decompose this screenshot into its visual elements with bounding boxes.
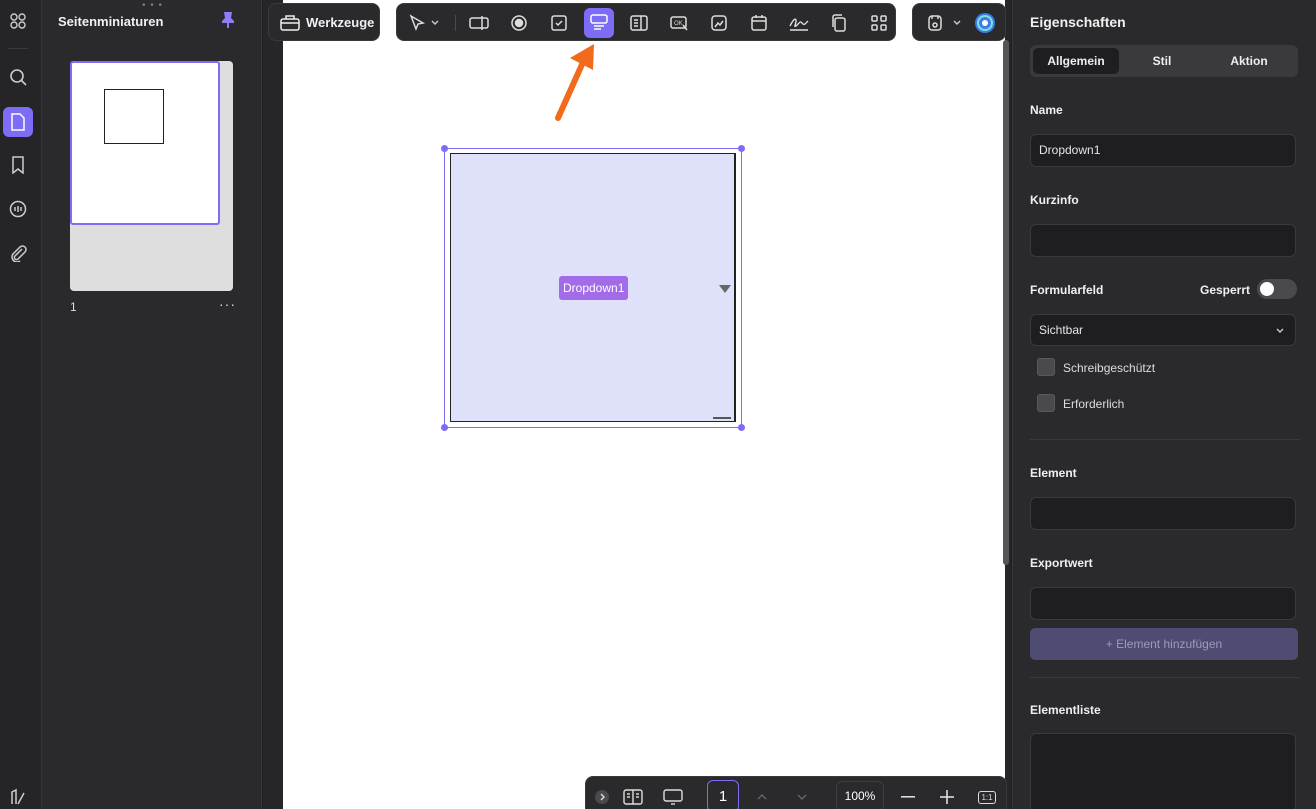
tab-style[interactable]: Stil xyxy=(1119,48,1205,74)
thumbnail-page-preview xyxy=(70,61,220,225)
thumbnail-more-button[interactable]: ··· xyxy=(219,296,236,312)
date-field-icon[interactable] xyxy=(744,8,774,38)
comment-icon[interactable] xyxy=(3,194,33,224)
button-field-icon[interactable]: OK xyxy=(664,8,694,38)
zoom-out-icon[interactable] xyxy=(898,785,918,809)
dropdown-field-icon[interactable] xyxy=(584,8,614,38)
readonly-label: Schreibgeschützt xyxy=(1063,361,1156,375)
corner-resize-icon[interactable] xyxy=(713,417,731,419)
thumbnail-page-number: 1 xyxy=(70,300,77,314)
toggle-knob xyxy=(1260,282,1274,296)
divider xyxy=(1030,677,1300,678)
tab-general[interactable]: Allgemein xyxy=(1033,48,1119,74)
properties-panel: Eigenschaften Allgemein Stil Aktion Name… xyxy=(1012,0,1316,809)
presentation-icon[interactable] xyxy=(660,785,686,809)
actual-size-button[interactable]: 1:1 xyxy=(976,785,998,809)
tooltip-label: Kurzinfo xyxy=(1030,193,1079,207)
form-toolbar: OK xyxy=(396,3,896,41)
image-field-icon[interactable] xyxy=(704,8,734,38)
dropdown-name-label: Dropdown1 xyxy=(559,276,629,300)
checkbox-icon[interactable] xyxy=(544,8,574,38)
annotation-arrow-icon xyxy=(548,42,600,127)
resize-handle[interactable] xyxy=(441,424,448,431)
drag-grip-icon[interactable]: • • • xyxy=(142,0,163,11)
search-icon[interactable] xyxy=(3,62,33,92)
locked-label: Gesperrt xyxy=(1200,283,1251,297)
required-checkbox[interactable] xyxy=(1037,394,1055,412)
tools-label: Werkzeuge xyxy=(306,15,375,30)
reading-mode-icon[interactable] xyxy=(620,785,646,809)
item-list-label: Elementliste xyxy=(1030,703,1101,717)
chevron-down-icon xyxy=(1276,328,1284,333)
form-field-label: Formularfeld xyxy=(1030,283,1104,297)
page-number-input[interactable]: 1 xyxy=(707,780,739,809)
thumbnails-panel: • • • Seitenminiaturen 1 ··· xyxy=(42,0,262,809)
dropdown-arrow-icon[interactable] xyxy=(719,285,731,293)
resize-handle[interactable] xyxy=(441,145,448,152)
thumbnails-title: Seitenminiaturen xyxy=(58,14,164,29)
svg-text:OK: OK xyxy=(674,21,683,27)
resize-handle[interactable] xyxy=(738,424,745,431)
export-value-input[interactable] xyxy=(1030,587,1296,620)
item-list-box[interactable] xyxy=(1030,733,1296,809)
expand-chevron-icon[interactable] xyxy=(594,785,610,809)
name-label: Name xyxy=(1030,103,1063,117)
next-page-icon[interactable] xyxy=(792,785,812,809)
visibility-value: Sichtbar xyxy=(1039,323,1084,337)
app-window: • • • Seitenminiaturen 1 ··· Werkzeuge O… xyxy=(0,0,1316,809)
chevron-down-icon[interactable] xyxy=(949,8,965,38)
text-field-icon[interactable] xyxy=(464,8,494,38)
duplicate-pages-icon[interactable] xyxy=(824,8,854,38)
item-input[interactable] xyxy=(1030,497,1296,530)
actual-size-label: 1:1 xyxy=(978,790,996,804)
attachment-icon[interactable] xyxy=(3,238,33,268)
zoom-level-field[interactable]: 100% xyxy=(836,781,884,809)
export-value-label: Exportwert xyxy=(1030,556,1093,570)
readonly-checkbox[interactable] xyxy=(1037,358,1055,376)
list-box-icon[interactable] xyxy=(624,8,654,38)
ai-pen-icon[interactable] xyxy=(3,782,33,809)
bottom-navigation-bar: 1 100% 1:1 xyxy=(585,776,1007,809)
form-recognition-icon[interactable] xyxy=(864,8,894,38)
apps-grid-icon[interactable] xyxy=(3,6,33,36)
tab-action[interactable]: Aktion xyxy=(1206,48,1292,74)
properties-title: Eigenschaften xyxy=(1030,14,1126,30)
ai-assistant-icon[interactable] xyxy=(970,8,1000,38)
resize-handle[interactable] xyxy=(738,145,745,152)
left-rail xyxy=(0,0,42,809)
radio-button-icon[interactable] xyxy=(504,8,534,38)
name-input[interactable]: Dropdown1 xyxy=(1030,134,1296,167)
page-thumbnail[interactable] xyxy=(70,61,233,291)
properties-tabs: Allgemein Stil Aktion xyxy=(1030,45,1298,77)
zoom-in-icon[interactable] xyxy=(937,785,957,809)
pin-icon[interactable] xyxy=(220,11,236,32)
thumbnail-field-outline xyxy=(104,89,164,144)
toolbox-icon xyxy=(279,12,301,35)
signature-field-icon[interactable] xyxy=(784,8,814,38)
bookmark-icon[interactable] xyxy=(3,150,33,180)
add-item-button[interactable]: + Element hinzufügen xyxy=(1030,628,1298,660)
vertical-scrollbar[interactable] xyxy=(1003,40,1009,565)
chevron-down-icon[interactable] xyxy=(427,8,443,38)
page-thumbnails-icon[interactable] xyxy=(3,107,33,137)
required-label: Erforderlich xyxy=(1063,397,1125,411)
divider xyxy=(1030,439,1300,440)
previous-page-icon[interactable] xyxy=(752,785,772,809)
save-disk-icon[interactable] xyxy=(920,8,950,38)
extra-toolbar xyxy=(912,3,1006,41)
item-label: Element xyxy=(1030,466,1077,480)
tools-button[interactable]: Werkzeuge xyxy=(268,3,380,41)
tooltip-input[interactable] xyxy=(1030,224,1296,257)
locked-toggle[interactable] xyxy=(1257,279,1297,299)
visibility-select[interactable]: Sichtbar xyxy=(1030,314,1296,346)
